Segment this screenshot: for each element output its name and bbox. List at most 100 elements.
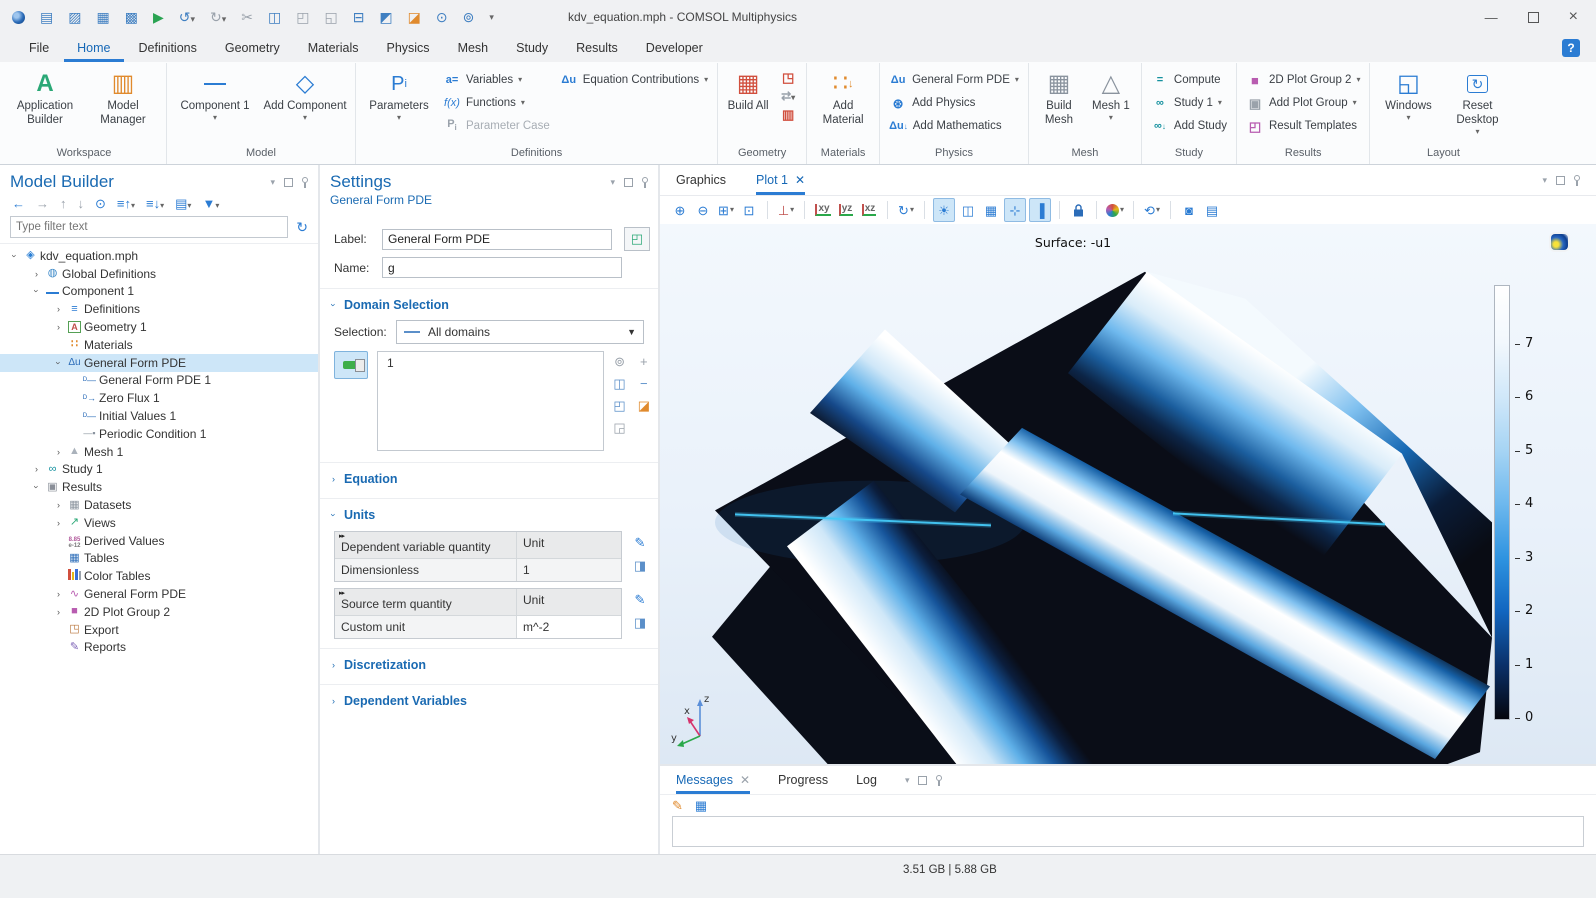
windows-button[interactable]: ◱ Windows ▾	[1377, 65, 1439, 147]
go-to-yz-view-icon[interactable]: yz	[836, 199, 856, 221]
copy-selection-icon[interactable]: ◫	[613, 377, 625, 390]
add-physics-button[interactable]: ⊛ Add Physics	[889, 94, 1019, 112]
undo-caret-icon[interactable]: ▾	[190, 14, 195, 24]
tree-node-reports[interactable]: ✎Reports	[0, 639, 318, 657]
panel-menu-chevron-icon[interactable]: ▾	[270, 177, 275, 188]
table-row[interactable]: Custom unit m^-2	[335, 616, 621, 638]
plot-area[interactable]: Surface: -u1 7 6 5 4 3 2 1 0	[660, 224, 1596, 764]
tree-node-general-form-pde-1[interactable]: ᴰ—General Form PDE 1	[0, 372, 318, 390]
delete-icon[interactable]: ⊟	[353, 10, 365, 24]
lock-view-icon[interactable]	[1068, 199, 1088, 221]
tab-file[interactable]: File	[16, 34, 62, 62]
active-toggle-button[interactable]	[334, 351, 368, 379]
variables-button[interactable]: a= Variables ▾	[443, 71, 550, 89]
go-to-default-view-icon[interactable]: ⊥▾	[776, 199, 796, 221]
cut-icon[interactable]: ✂	[241, 10, 253, 24]
go-back-icon[interactable]: ←	[12, 197, 25, 210]
virtual-operations-icon[interactable]: ▥	[779, 108, 797, 121]
tree-node-results[interactable]: ›▣Results	[0, 478, 318, 496]
refresh-icon[interactable]: ↻	[296, 219, 308, 236]
tab-messages[interactable]: Messages ✕	[676, 766, 750, 794]
equation-contributions-button[interactable]: Δu Equation Contributions ▾	[560, 71, 708, 89]
show-axis-orientation-icon[interactable]: ⊹	[1004, 198, 1026, 222]
result-templates-button[interactable]: ◰ Result Templates	[1246, 117, 1360, 135]
model-tree-nodes-icon[interactable]: ▤▾	[175, 197, 191, 210]
panel-menu-chevron-icon[interactable]: ▾	[610, 177, 615, 188]
table1-unit-cell[interactable]: 1	[516, 559, 621, 581]
tab-physics[interactable]: Physics	[373, 34, 442, 62]
tree-node-mesh-1[interactable]: ›▲Mesh 1	[0, 443, 318, 461]
panel-float-icon[interactable]	[918, 776, 927, 785]
tree-node-initial-values-1[interactable]: ᴰ—Initial Values 1	[0, 407, 318, 425]
remove-from-selection-icon[interactable]: −	[640, 377, 648, 390]
zoom-extents-icon[interactable]: ⊡	[739, 199, 759, 221]
component-1-button[interactable]: Component 1 ▾	[174, 65, 256, 147]
go-to-xy-view-icon[interactable]: xy	[813, 199, 833, 221]
tree-node-study-1[interactable]: ›∞Study 1	[0, 461, 318, 479]
move-down-icon[interactable]: ↓	[78, 197, 85, 210]
open-file-icon[interactable]: ▨	[68, 10, 81, 24]
tree-node-global-definitions[interactable]: ›◍Global Definitions	[0, 265, 318, 283]
message-table-icon[interactable]: ▦	[695, 798, 707, 814]
paste-icon[interactable]: ◰	[296, 10, 309, 24]
parameter-case-button[interactable]: Pi Parameter Case	[443, 117, 550, 135]
panel-pin-icon[interactable]	[642, 177, 648, 183]
show-color-legend-icon[interactable]: ▐	[1029, 198, 1051, 222]
tab-materials[interactable]: Materials	[295, 34, 372, 62]
filter-icon[interactable]: ▼▾	[202, 197, 219, 210]
general-form-pde-button[interactable]: Δu General Form PDE ▾	[889, 71, 1019, 89]
add-to-selection-icon[interactable]: +	[640, 355, 648, 368]
panel-pin-icon[interactable]	[1574, 175, 1580, 181]
compute-button[interactable]: = Compute	[1151, 71, 1227, 89]
application-builder-button[interactable]: A Application Builder	[9, 65, 81, 147]
tree-node-datasets[interactable]: ›▦Datasets	[0, 496, 318, 514]
tab-study[interactable]: Study	[503, 34, 561, 62]
tab-mesh[interactable]: Mesh	[445, 34, 502, 62]
duplicate-icon[interactable]: ◱	[324, 10, 337, 24]
clear-selection-icon[interactable]: ◪	[408, 10, 421, 24]
edit-quantity-icon[interactable]: ✎	[635, 535, 646, 551]
label-field-input[interactable]	[382, 229, 612, 250]
zoom-out-icon[interactable]: ⊖	[693, 199, 713, 221]
add-component-button[interactable]: ◇ Add Component ▾	[262, 65, 348, 147]
build-mesh-button[interactable]: ▦ Build Mesh	[1036, 65, 1082, 147]
expand-all-icon[interactable]: ≡↑▾	[117, 197, 135, 210]
panel-float-icon[interactable]	[1556, 176, 1565, 185]
tab-developer[interactable]: Developer	[633, 34, 716, 62]
add-plot-group-button[interactable]: ▣ Add Plot Group ▾	[1246, 94, 1360, 112]
tab-results[interactable]: Results	[563, 34, 631, 62]
redo-caret-icon[interactable]: ▾	[222, 14, 227, 24]
messages-output[interactable]	[672, 816, 1584, 847]
zoom-to-selection-icon[interactable]: ◲	[613, 421, 625, 434]
rename-label-button[interactable]: ◰	[624, 227, 650, 251]
panel-pin-icon[interactable]	[936, 775, 942, 781]
edit-quantity-icon[interactable]: ✎	[635, 592, 646, 608]
tree-node-views[interactable]: ›↗Views	[0, 514, 318, 532]
table2-quantity-cell[interactable]: Custom unit	[335, 616, 516, 638]
print-icon[interactable]: ▤	[1202, 199, 1222, 221]
qat-menu-chevron-icon[interactable]: ▾	[489, 13, 494, 22]
section-domain-selection[interactable]: › Domain Selection	[320, 288, 658, 317]
transparency-icon[interactable]: ◫	[958, 199, 978, 221]
show-options-icon[interactable]: ⊙	[95, 197, 106, 210]
table2-unit-cell[interactable]: m^-2	[516, 616, 621, 638]
save-as-icon[interactable]: ▩	[125, 10, 138, 24]
tab-progress[interactable]: Progress	[778, 766, 828, 794]
redo-icon[interactable]: ↻▾	[210, 10, 226, 24]
mesh-1-button[interactable]: △ Mesh 1 ▾	[1088, 65, 1134, 147]
tree-node-export[interactable]: ◳Export	[0, 621, 318, 639]
help-button[interactable]: ?	[1562, 39, 1580, 57]
section-discretization[interactable]: › Discretization	[320, 648, 658, 677]
add-material-button[interactable]: ∷↓ Add Material	[814, 65, 872, 147]
panel-float-icon[interactable]	[284, 178, 293, 187]
comsol-logo-icon[interactable]	[12, 11, 25, 24]
close-tab-icon[interactable]: ✕	[740, 773, 750, 787]
paste-selection-icon[interactable]: ◰	[613, 399, 625, 412]
panel-pin-icon[interactable]	[302, 177, 308, 183]
zoom-box-icon[interactable]: ⊞▾	[716, 199, 736, 221]
minimize-button[interactable]: —	[1485, 10, 1498, 25]
tab-definitions[interactable]: Definitions	[126, 34, 210, 62]
tree-node-materials[interactable]: ∷Materials	[0, 336, 318, 354]
tree-node-root[interactable]: ›◈kdv_equation.mph	[0, 247, 318, 265]
copy-icon[interactable]: ◫	[268, 10, 281, 24]
